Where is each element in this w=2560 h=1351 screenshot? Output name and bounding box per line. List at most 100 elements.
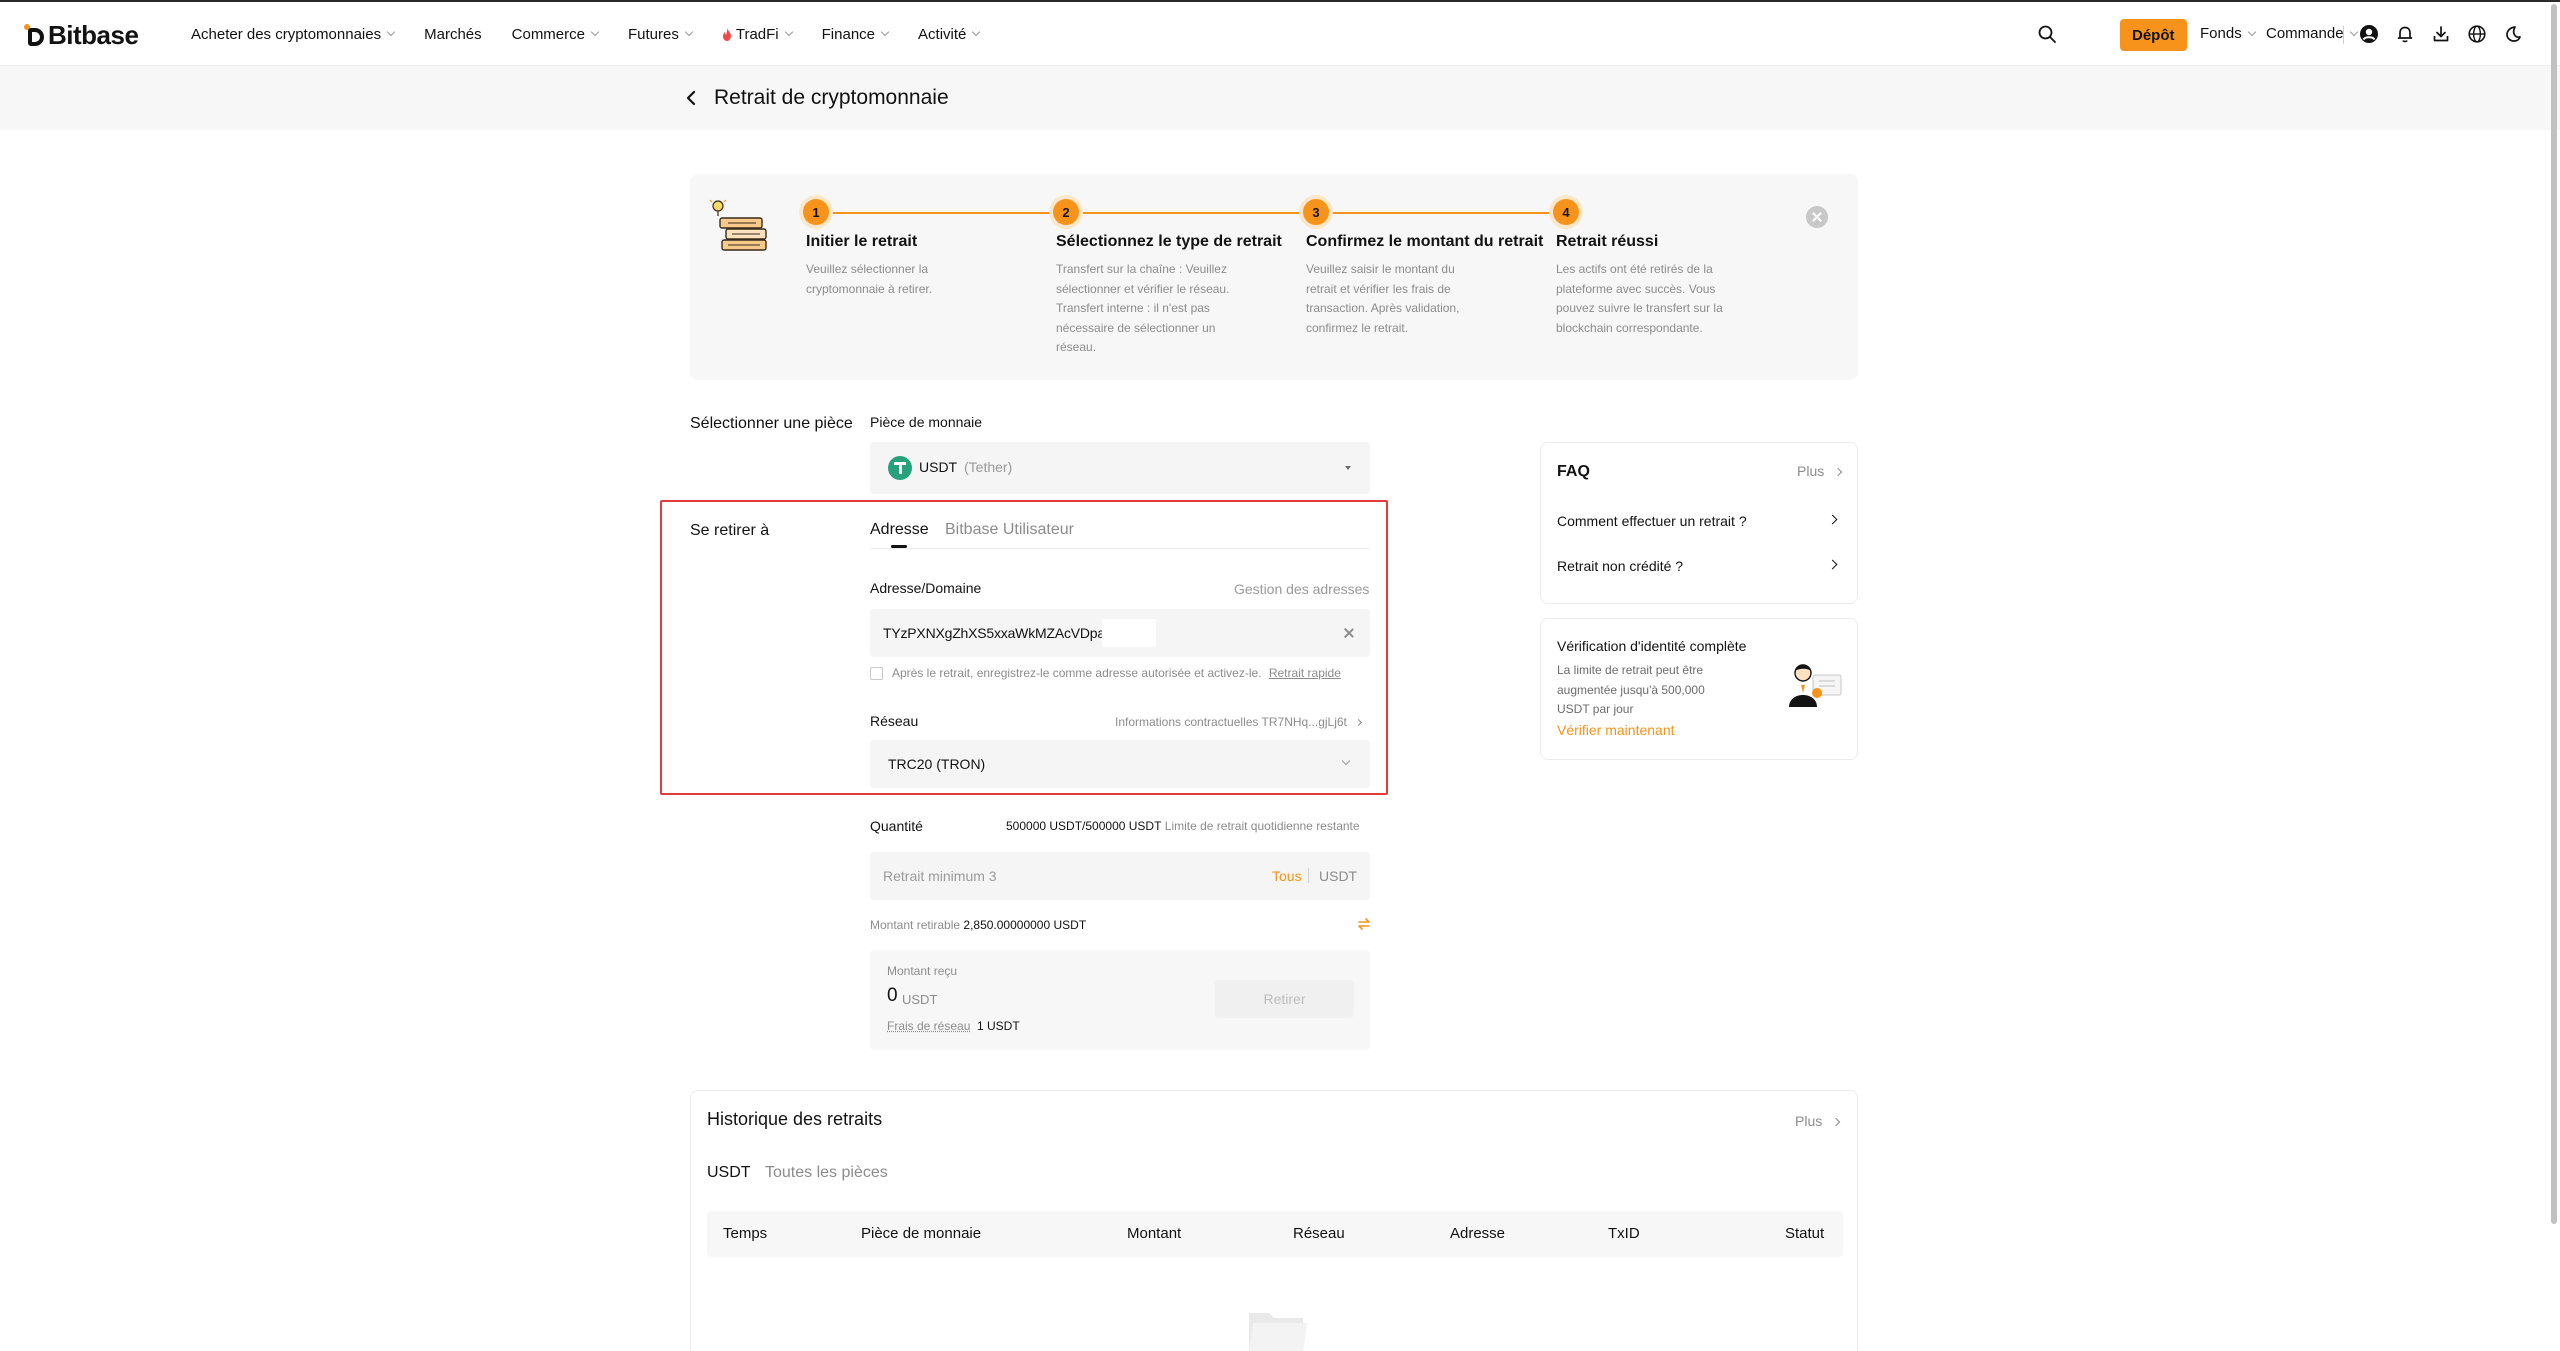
- funds-menu[interactable]: Fonds: [2200, 25, 2256, 42]
- verify-now-link[interactable]: Vérifier maintenant: [1557, 722, 1675, 738]
- tab-address[interactable]: Adresse: [870, 521, 929, 539]
- nav-item-tradfi[interactable]: TradFi: [722, 26, 793, 43]
- whitelist-checkbox-text: Après le retrait, enregistrez-le comme a…: [892, 666, 1341, 680]
- divider: [2343, 26, 2344, 44]
- history-tab-usdt[interactable]: USDT: [707, 1164, 751, 1182]
- chevron-right-icon: [1355, 718, 1363, 727]
- history-title: Historique des retraits: [707, 1109, 883, 1129]
- page-scrollbar[interactable]: [2551, 4, 2557, 1224]
- tabs-divider: [870, 548, 1370, 549]
- select-coin-label: Sélectionner une pièce: [690, 415, 853, 432]
- faq-item[interactable]: Comment effectuer un retrait ?: [1541, 501, 1857, 541]
- step-connector: [826, 212, 1052, 214]
- globe-icon[interactable]: [2467, 24, 2487, 44]
- received-unit: USDT: [902, 992, 938, 1007]
- amount-input[interactable]: Retrait minimum 3 Tous USDT: [870, 852, 1370, 900]
- account-icon[interactable]: [2359, 24, 2379, 44]
- network-fee-value: 1 USDT: [977, 1019, 1020, 1033]
- column-header: Statut: [1785, 1225, 1825, 1242]
- all-button[interactable]: Tous: [1272, 868, 1302, 884]
- contract-info-link[interactable]: Informations contractuelles TR7NHq...gjL…: [1115, 715, 1363, 729]
- logo-mark-icon: [24, 23, 44, 48]
- faq-item[interactable]: Retrait non crédité ?: [1541, 546, 1857, 586]
- withdrawable-amount: Montant retirable 2,850.00000000 USDT: [870, 918, 1087, 932]
- coin-field-label: Pièce de monnaie: [870, 414, 983, 430]
- nav-item-trade[interactable]: Commerce: [512, 26, 600, 43]
- amount-placeholder: Retrait minimum 3: [883, 868, 997, 884]
- chevron-down-icon: [972, 27, 981, 37]
- coin-select[interactable]: USDT (Tether): [870, 442, 1370, 494]
- bell-icon[interactable]: [2395, 24, 2415, 44]
- network-fee-label: Frais de réseau: [887, 1019, 971, 1033]
- bitbase-logo[interactable]: Bitbase: [24, 20, 139, 51]
- tab-active-indicator: [891, 545, 907, 548]
- column-header: Montant: [1127, 1225, 1182, 1242]
- books-illustration-icon: [709, 199, 767, 251]
- main-menu: Acheter des cryptomonnaies Marchés Comme…: [191, 2, 1009, 66]
- deposit-button[interactable]: Dépôt: [2120, 19, 2187, 51]
- history-more-link[interactable]: Plus: [1795, 1113, 1845, 1131]
- nav-right: Dépôt Fonds Commande: [2000, 2, 2560, 66]
- step-description: Veuillez sélectionner la cryptomonnaie à…: [806, 262, 933, 296]
- step-title: Initier le retrait: [806, 233, 918, 250]
- received-value: 0: [887, 985, 898, 1006]
- address-input-value: TYzPXNXgZhXS5xxaWkMZAcVDpa: [883, 625, 1105, 641]
- chevron-right-icon: [1827, 559, 1838, 570]
- chevron-right-icon: [1827, 514, 1838, 525]
- back-arrow-icon[interactable]: [683, 89, 699, 107]
- chevron-right-icon: [1831, 1117, 1841, 1127]
- withdraw-history: Historique des retraits Plus USDT Toutes…: [690, 1090, 1858, 1351]
- quick-withdraw-link[interactable]: Retrait rapide: [1269, 666, 1341, 680]
- whitelist-checkbox[interactable]: [870, 667, 883, 680]
- step-description: Les actifs ont été retirés de la platefo…: [1556, 262, 1723, 335]
- address-field-label: Adresse/Domaine: [870, 580, 982, 596]
- daily-limit: 500000 USDT/500000 USDT Limite de retrai…: [1006, 819, 1360, 833]
- chevron-right-icon: [1833, 467, 1843, 477]
- tab-bitbase-user[interactable]: Bitbase Utilisateur: [945, 521, 1074, 539]
- history-tab-all-coins[interactable]: Toutes les pièces: [765, 1164, 888, 1182]
- chevron-down-icon: [880, 27, 890, 37]
- person-verification-icon: [1789, 664, 1842, 707]
- faq-title: FAQ: [1557, 463, 1590, 480]
- column-header: Adresse: [1450, 1225, 1506, 1242]
- network-value: TRC20 (TRON): [888, 756, 986, 772]
- nav-item-finance[interactable]: Finance: [822, 26, 890, 43]
- address-management-link[interactable]: Gestion des adresses: [1234, 581, 1369, 597]
- search-icon[interactable]: [2037, 24, 2057, 44]
- column-header: TxID: [1608, 1225, 1640, 1242]
- faq-more-link[interactable]: Plus: [1797, 463, 1847, 481]
- quantity-label: Quantité: [870, 818, 923, 834]
- withdraw-button[interactable]: Retirer: [1215, 980, 1354, 1018]
- chevron-down-icon: [2247, 27, 2256, 36]
- theme-icon[interactable]: [2503, 24, 2523, 44]
- nav-item-activity[interactable]: Activité: [918, 26, 981, 43]
- chevron-down-icon: [784, 27, 793, 37]
- step-number-2: 2: [1053, 199, 1079, 225]
- network-field-label: Réseau: [870, 713, 919, 729]
- swap-icon[interactable]: [1357, 917, 1371, 931]
- step-number-4: 4: [1553, 199, 1579, 225]
- address-input[interactable]: TYzPXNXgZhXS5xxaWkMZAcVDpa: [870, 609, 1370, 657]
- clear-icon[interactable]: [1343, 627, 1355, 639]
- chevron-down-icon: [1341, 756, 1351, 766]
- step-description: Veuillez saisir le montant du retrait et…: [1306, 262, 1460, 335]
- nav-item-futures[interactable]: Futures: [628, 26, 694, 43]
- nav-item-buy-crypto[interactable]: Acheter des cryptomonnaies: [191, 26, 396, 43]
- step-title: Confirmez le montant du retrait: [1306, 233, 1544, 250]
- page-title: Retrait de cryptomonnaie: [714, 86, 949, 109]
- kyc-title: Vérification d'identité complète: [1557, 638, 1747, 654]
- faq-card: FAQ Plus Comment effectuer un retrait ? …: [1540, 442, 1858, 604]
- download-icon[interactable]: [2431, 24, 2451, 44]
- close-steps-icon[interactable]: [1806, 206, 1828, 228]
- kyc-description: La limite de retrait peut être augmentée…: [1557, 663, 1705, 716]
- empty-folder-icon: [1249, 1313, 1307, 1351]
- chevron-down-icon: [684, 27, 694, 37]
- history-table-header: Temps Pièce de monnaie Montant Réseau Ad…: [707, 1211, 1843, 1257]
- column-header: Réseau: [1293, 1225, 1345, 1242]
- identity-verification-card: Vérification d'identité complète La limi…: [1540, 618, 1858, 760]
- step-title: Retrait réussi: [1556, 233, 1659, 250]
- selection-highlight: [1102, 619, 1156, 647]
- nav-item-markets[interactable]: Marchés: [424, 26, 482, 43]
- network-select[interactable]: TRC20 (TRON): [870, 740, 1370, 788]
- received-label: Montant reçu: [887, 964, 958, 978]
